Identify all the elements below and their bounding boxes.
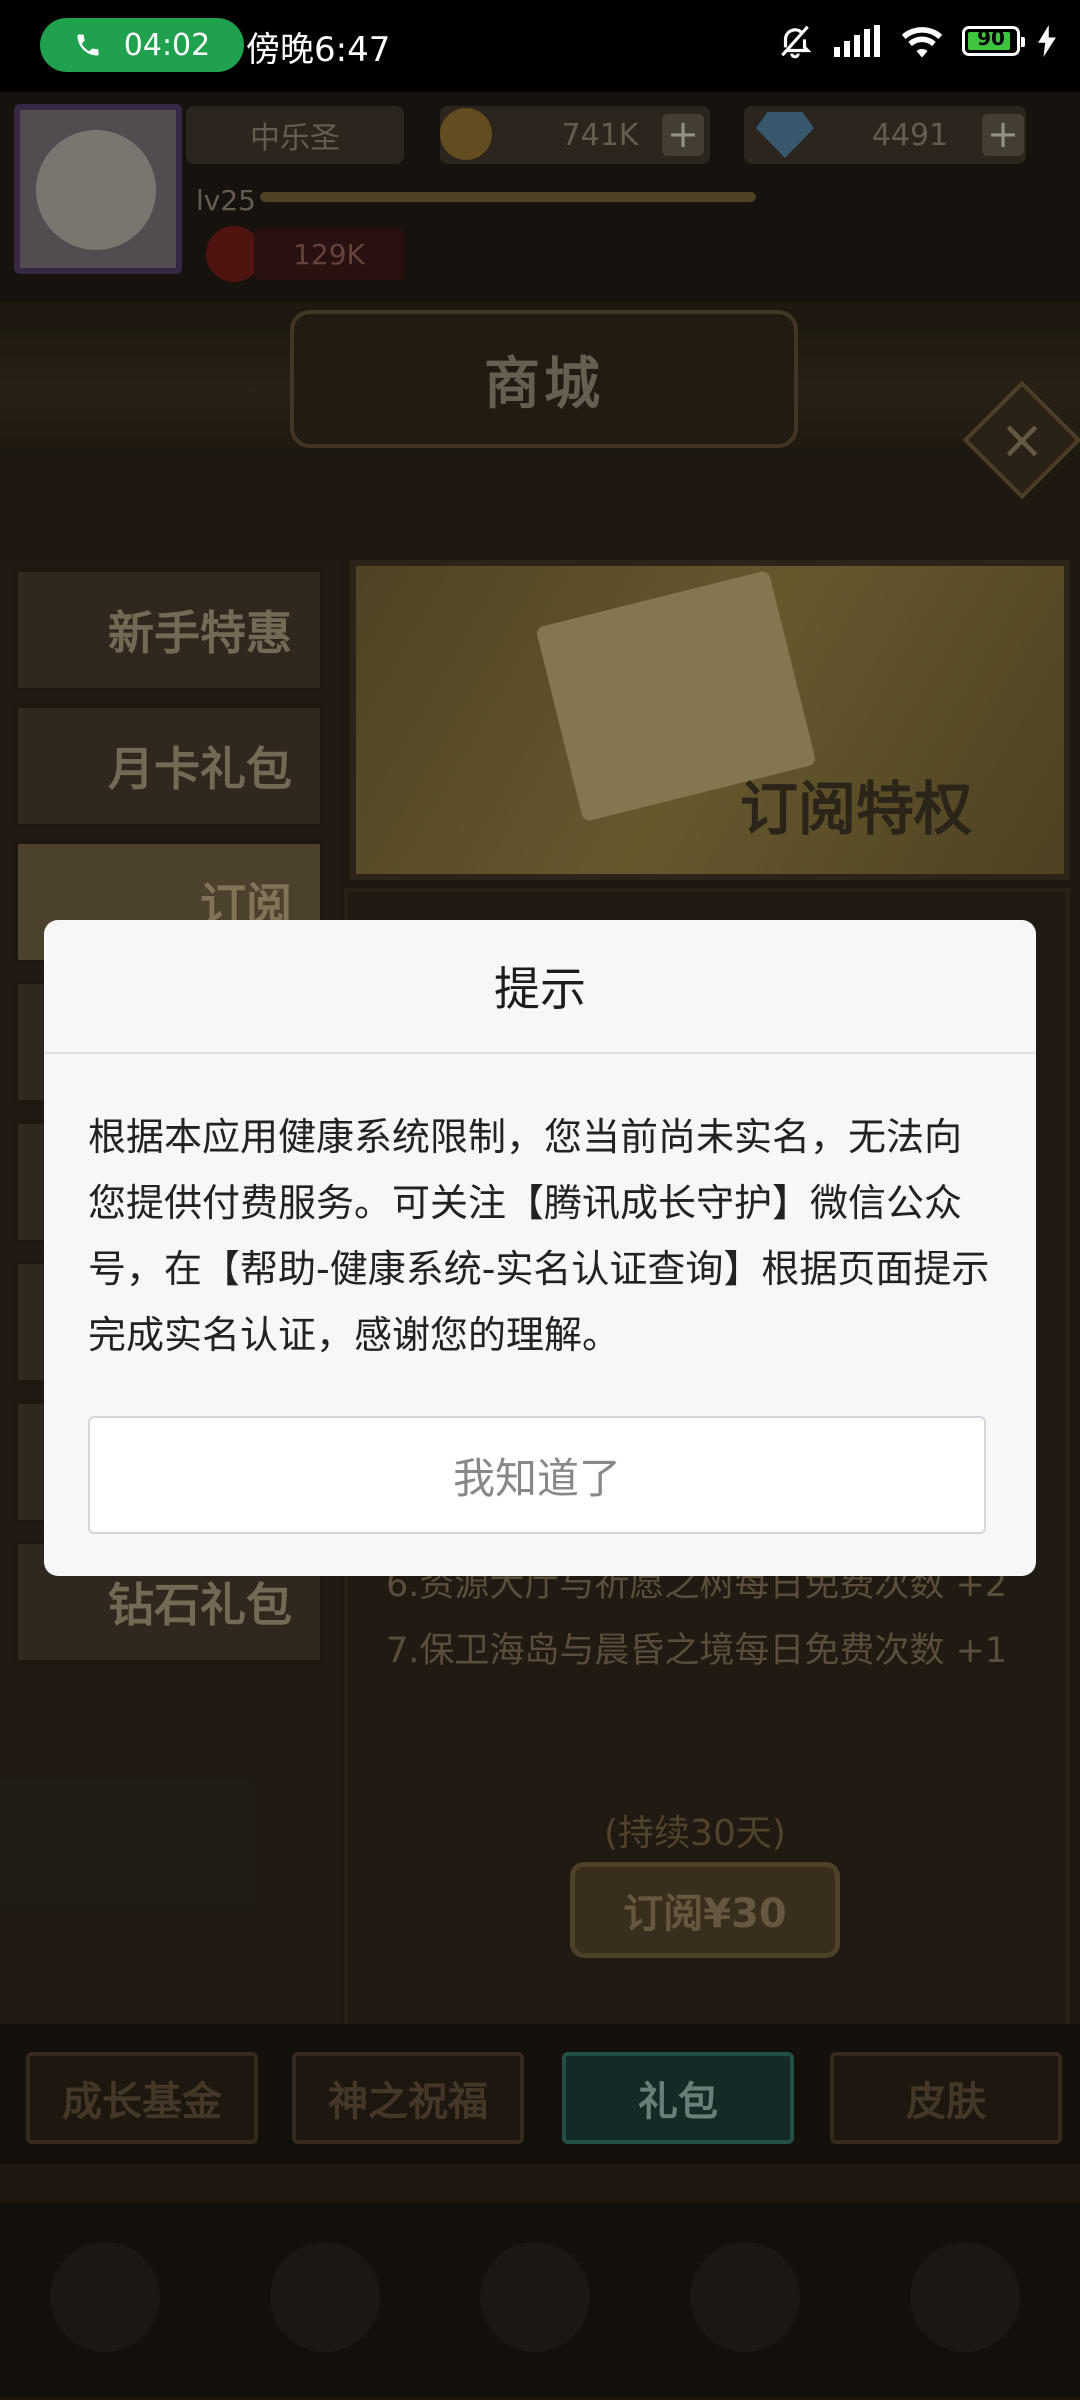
mute-bell-icon [781,25,812,59]
charging-icon [1038,25,1056,57]
battery-icon: 90 [962,26,1025,56]
realname-alert-dialog: 提示 根据本应用健康系统限制，您当前尚未实名，无法向您提供付费服务。可关注【腾讯… [44,920,1036,1576]
ongoing-call-indicator[interactable]: 04:02 [40,18,244,72]
dialog-title: 提示 [494,962,586,1016]
battery-level: 90 [977,26,1005,50]
clock: 傍晚6:47 [246,30,391,70]
wifi-icon [901,27,943,58]
dialog-divider [44,1052,1036,1054]
signal-icon [834,25,880,57]
phone-icon [77,34,99,56]
dialog-message: 根据本应用健康系统限制，您当前尚未实名，无法向您提供付费服务。可关注【腾讯成长守… [88,1115,990,1357]
status-bar: 04:02 傍晚6:47 90 [0,0,1080,92]
acknowledge-button[interactable]: 我知道了 [88,1416,986,1534]
call-timer: 04:02 [123,27,211,63]
